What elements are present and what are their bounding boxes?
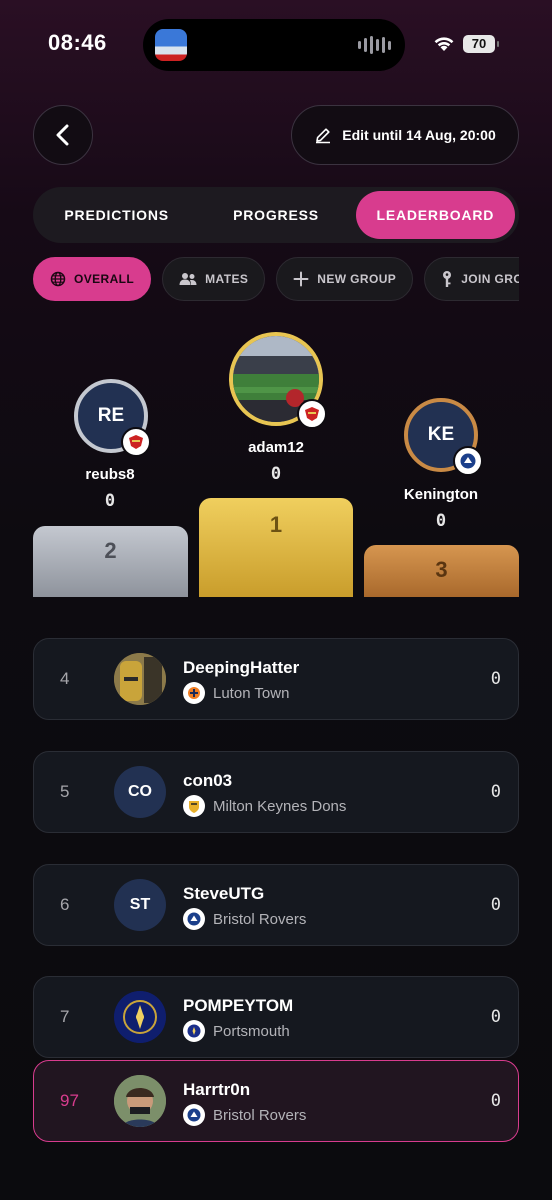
podium-third-name: Kenington: [403, 486, 479, 503]
podium-second-block: 2: [33, 526, 188, 597]
row-team: Portsmouth: [183, 1020, 290, 1042]
edit-predictions-button[interactable]: Edit until 14 Aug, 20:00: [291, 105, 519, 165]
leaderboard-row[interactable]: 5 CO con03 Milton Keynes Dons 0: [33, 751, 519, 833]
podium-second-name: reubs8: [85, 466, 135, 483]
user-photo: [114, 1075, 166, 1127]
row-avatar: ST: [114, 879, 166, 931]
now-playing-app-icon: [155, 29, 187, 61]
row-team-name: Luton Town: [213, 684, 290, 702]
status-time: 08:46: [48, 30, 107, 55]
podium-first-place: 1: [269, 512, 283, 537]
podium-third-place: 3: [435, 557, 448, 582]
row-score: 0: [490, 1007, 501, 1027]
row-username: Harrtr0n: [183, 1080, 251, 1099]
doncaster-crest-icon: [121, 427, 151, 457]
status-bar: 08:46 70: [0, 0, 552, 90]
podium-first-block: 1: [199, 498, 353, 597]
portsmouth-crest-icon: [183, 1020, 205, 1042]
row-score: 0: [490, 782, 501, 802]
luton-town-crest-icon: [183, 682, 205, 704]
wifi-icon: [434, 37, 454, 51]
back-button[interactable]: [33, 105, 93, 165]
tab-progress[interactable]: PROGRESS: [196, 191, 355, 239]
podium-third-score: 0: [435, 511, 447, 531]
leaderboard-filters: OVERALL MATES NEW GROUP JOIN GROUP: [33, 257, 519, 301]
chip-overall-label: OVERALL: [74, 272, 135, 286]
key-icon: [443, 271, 452, 287]
row-team-name: Bristol Rovers: [213, 1106, 307, 1124]
row-team-name: Bristol Rovers: [213, 910, 307, 928]
row-team-name: Portsmouth: [213, 1022, 290, 1040]
chip-join-group[interactable]: JOIN GROUP: [424, 257, 519, 301]
leaderboard-row[interactable]: 4 DeepingHatter Luton Town 0: [33, 638, 519, 720]
portsmouth-crest-icon: [114, 991, 166, 1043]
chip-new-group[interactable]: NEW GROUP: [276, 257, 414, 301]
chip-mates[interactable]: MATES: [162, 257, 266, 301]
bristol-rovers-crest-icon: [453, 446, 483, 476]
plus-icon: [293, 271, 309, 287]
row-team: Bristol Rovers: [183, 908, 306, 930]
row-username: con03: [183, 771, 233, 790]
audio-waveform-icon: [358, 35, 391, 55]
row-avatar: [114, 991, 166, 1043]
row-avatar: CO: [114, 766, 166, 818]
leaderboard-row[interactable]: 6 ST SteveUTG Bristol Rovers 0: [33, 864, 519, 946]
row-score: 0: [490, 895, 501, 915]
row-rank: 7: [60, 1007, 70, 1026]
row-team: Milton Keynes Dons: [183, 795, 346, 817]
battery-indicator: 70: [463, 35, 499, 53]
avatar-initials: CO: [128, 783, 152, 800]
chevron-left-icon: [56, 124, 69, 146]
row-score: 0: [490, 669, 501, 689]
podium-second-place: 2: [104, 538, 117, 563]
avatar-initials: RE: [97, 405, 125, 426]
podium-second-score: 0: [104, 491, 116, 511]
tab-leaderboard[interactable]: LEADERBOARD: [355, 191, 515, 239]
row-username: DeepingHatter: [183, 658, 300, 677]
tab-predictions[interactable]: PREDICTIONS: [37, 191, 196, 239]
main-tabs: PREDICTIONS PROGRESS LEADERBOARD: [33, 187, 519, 243]
pencil-icon: [316, 128, 331, 144]
leaderboard-row[interactable]: 7 POMPEYTOM Portsmouth 0: [33, 976, 519, 1058]
row-rank: 4: [60, 669, 70, 688]
chip-join-group-label: JOIN GROUP: [461, 272, 519, 286]
globe-icon: [50, 271, 66, 287]
row-username: SteveUTG: [183, 884, 265, 903]
chip-new-group-label: NEW GROUP: [317, 272, 397, 286]
avatar-initials: ST: [129, 896, 151, 913]
row-team: Bristol Rovers: [183, 1104, 306, 1126]
mk-dons-crest-icon: [183, 795, 205, 817]
user-photo: [114, 653, 166, 705]
chip-mates-label: MATES: [205, 272, 249, 286]
row-avatar: [114, 653, 166, 705]
row-username: POMPEYTOM: [183, 996, 294, 1015]
chip-overall[interactable]: OVERALL: [33, 257, 152, 301]
doncaster-crest-icon: [297, 399, 327, 429]
people-icon: [179, 273, 197, 285]
current-user-row[interactable]: 97 Harrtr0n Bristol Rovers 0: [33, 1060, 519, 1142]
podium-first-score: 0: [270, 464, 282, 484]
row-rank: 5: [60, 782, 70, 801]
edit-deadline-label: Edit until 14 Aug, 20:00: [342, 127, 496, 143]
row-rank: 97: [60, 1091, 79, 1110]
avatar-initials: KE: [427, 424, 455, 445]
dynamic-island: [143, 19, 405, 71]
row-team-name: Milton Keynes Dons: [213, 797, 347, 815]
row-avatar: [114, 1075, 166, 1127]
bristol-rovers-crest-icon: [183, 908, 205, 930]
podium-first-name: adam12: [248, 439, 304, 456]
row-score: 0: [490, 1091, 501, 1111]
row-team: Luton Town: [183, 682, 289, 704]
podium-third-block: 3: [364, 545, 519, 597]
bristol-rovers-crest-icon: [183, 1104, 205, 1126]
row-rank: 6: [60, 895, 70, 914]
